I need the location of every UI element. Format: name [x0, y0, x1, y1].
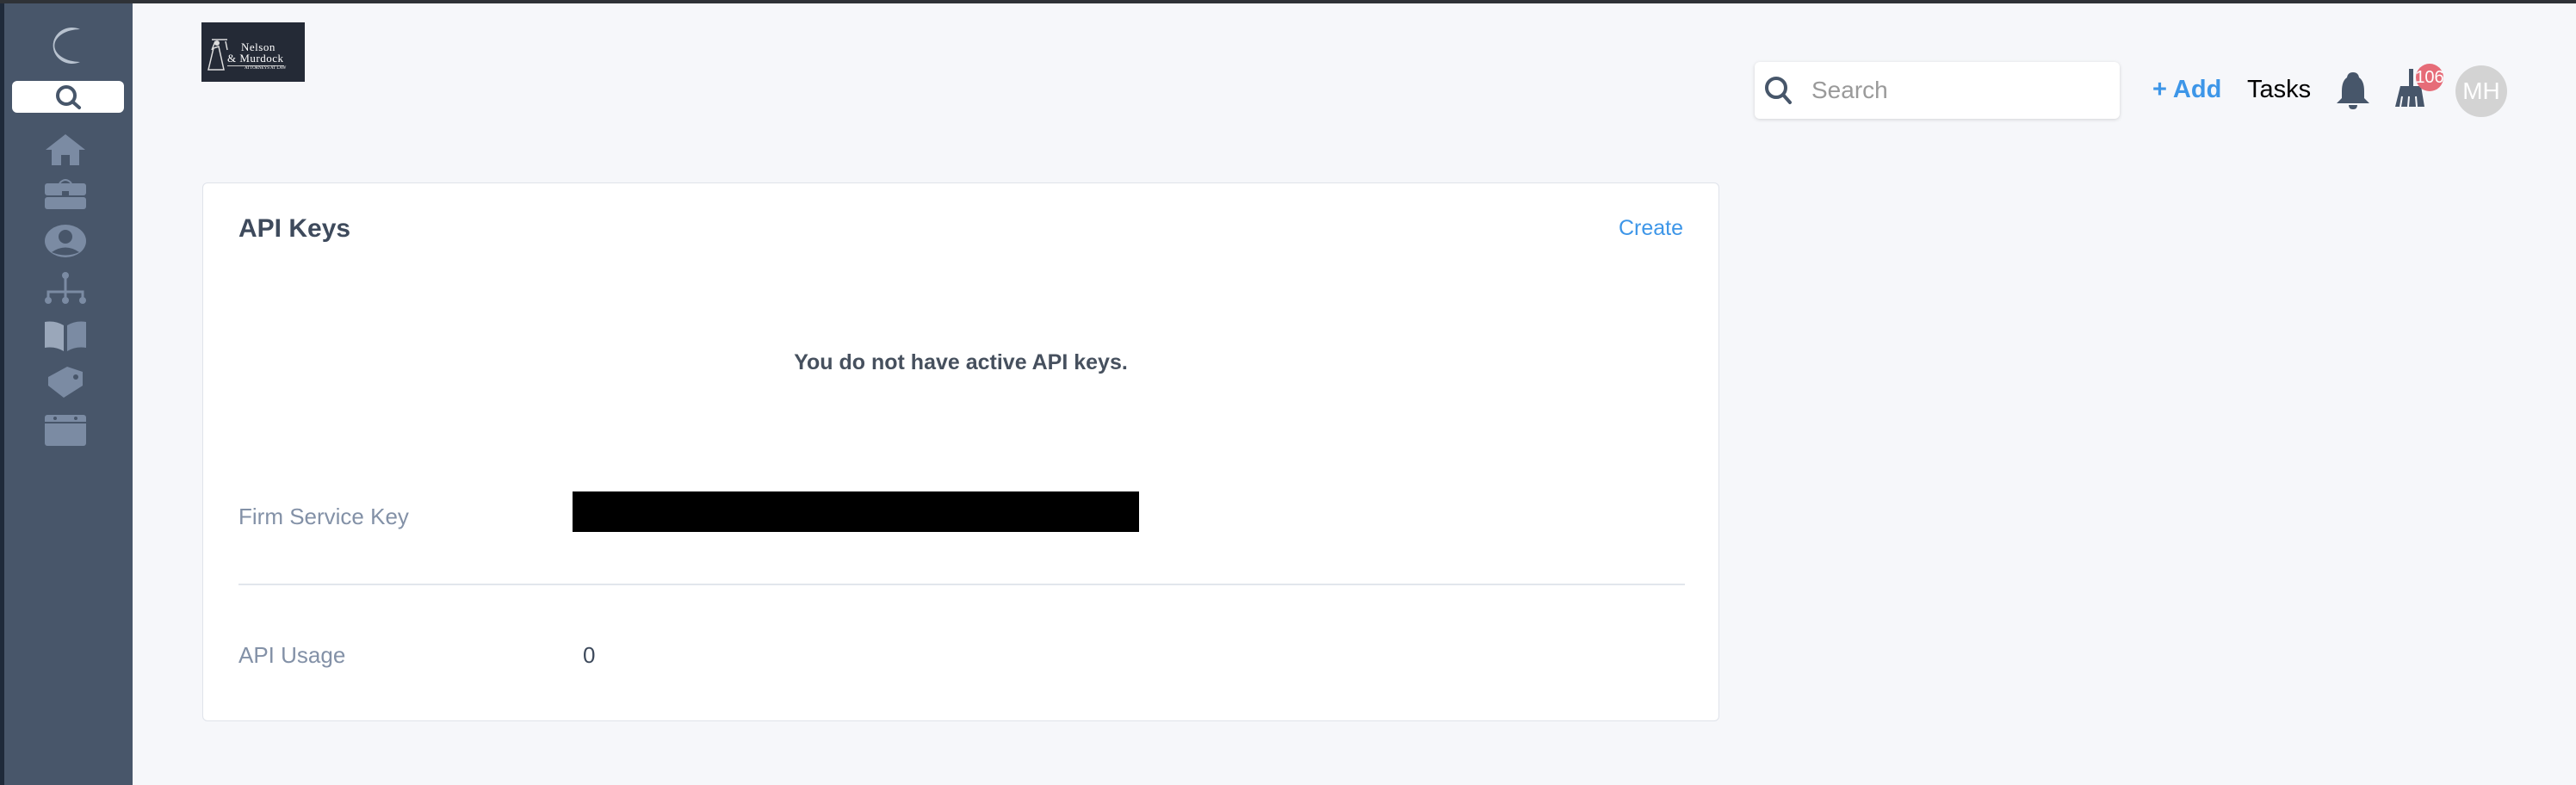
sidebar-item-calendar[interactable] [44, 413, 87, 448]
clio-logo-icon [53, 28, 97, 64]
add-button[interactable]: + Add [2152, 76, 2221, 104]
divider [238, 584, 1685, 585]
book-open-icon [45, 321, 86, 351]
firm-service-key-label: Firm Service Key [238, 504, 409, 529]
sidebar-item-contacts[interactable] [44, 224, 87, 258]
api-usage-value: 0 [583, 642, 596, 668]
sidebar-item-matters[interactable] [44, 176, 87, 211]
tasks-link[interactable]: Tasks [2247, 76, 2311, 104]
bell-icon[interactable] [2335, 71, 2371, 110]
api-usage-label: API Usage [238, 642, 346, 668]
calendar-icon [45, 415, 86, 446]
api-keys-card: API Keys Create You do not have active A… [202, 182, 1719, 721]
firm-tagline: Attorneys at Law [245, 66, 287, 71]
home-icon [46, 134, 85, 165]
sidebar-item-home[interactable] [44, 133, 87, 167]
sitemap-icon [45, 272, 86, 304]
user-avatar[interactable]: MH [2455, 65, 2507, 117]
firm-logo: Nelson & Murdock Attorneys at Law [201, 22, 305, 82]
sidebar-item-billing[interactable] [44, 365, 87, 399]
firm-name-line2: & Murdock [227, 52, 284, 66]
header-search[interactable] [1755, 62, 2120, 119]
sidebar-search-button[interactable] [12, 81, 124, 113]
sidebar-item-organization[interactable] [44, 271, 87, 306]
create-api-key-link[interactable]: Create [1619, 216, 1683, 241]
card-title: API Keys [238, 214, 351, 243]
search-icon [56, 84, 81, 109]
sidebar-item-library[interactable] [44, 318, 87, 353]
search-icon [1765, 77, 1792, 104]
firm-service-key-value-redacted [573, 491, 1139, 532]
notification-badge: 106 [2415, 64, 2444, 91]
tags-icon [48, 367, 83, 398]
briefcase-icon [45, 179, 86, 209]
search-input[interactable] [1811, 77, 2087, 104]
empty-state-message: You do not have active API keys. [794, 350, 1128, 374]
user-circle-icon [45, 225, 86, 257]
sidebar [4, 3, 133, 785]
window-top-bar [0, 0, 2576, 3]
